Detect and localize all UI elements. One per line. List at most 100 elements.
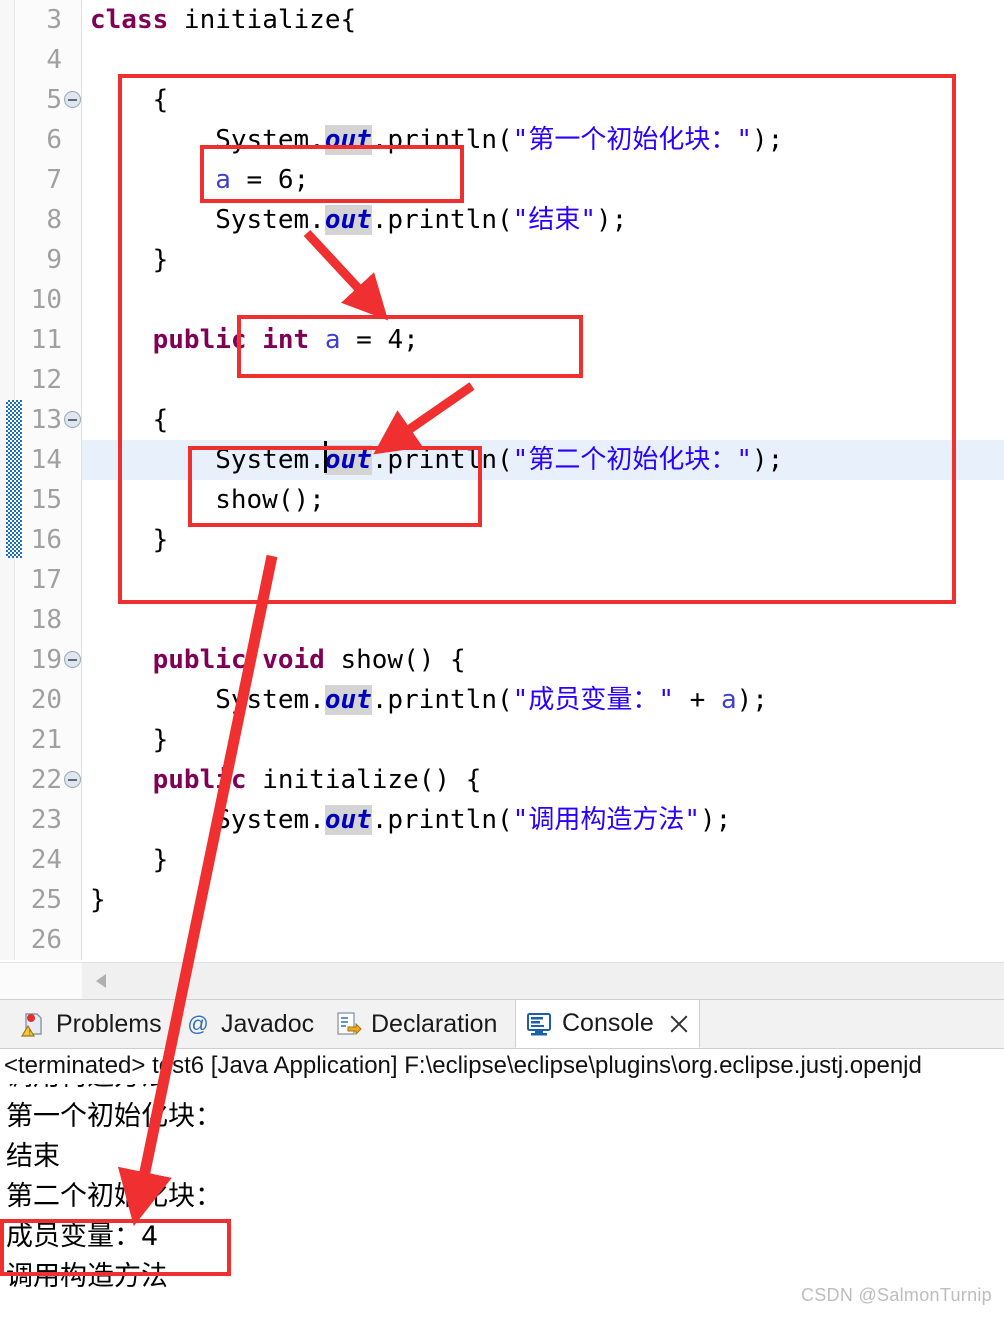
code-token: show() {: [324, 645, 466, 675]
code-lines[interactable]: 3 class initialize{ 4 5 {6 System.out.print…: [0, 0, 1004, 960]
code-line[interactable]: 8 System.out.println("结束");: [0, 200, 1004, 240]
line-number: 14: [30, 445, 62, 475]
code-line[interactable]: 11 public int a = 4;: [0, 320, 1004, 360]
code-token: "第一个初始化块：: [512, 125, 737, 155]
code-token: {: [90, 405, 169, 435]
editor-horizontal-scrollbar[interactable]: [82, 962, 1004, 999]
code-line[interactable]: 10: [0, 280, 1004, 320]
code-line[interactable]: 23 System.out.println("调用构造方法");: [0, 800, 1004, 840]
line-number: 12: [30, 365, 62, 395]
fold-collapse-icon[interactable]: [64, 771, 81, 788]
console-launch-configuration-label: <terminated> test6 [Java Application] F:…: [0, 1049, 1004, 1083]
tab-label: Javadoc: [221, 1009, 315, 1038]
tab-console[interactable]: Console: [515, 1000, 700, 1048]
code-line[interactable]: 3 class initialize{: [0, 0, 1004, 40]
code-text[interactable]: public int a = 4;: [90, 320, 419, 360]
code-token: a: [215, 165, 231, 195]
problems-icon: !: [19, 1010, 47, 1038]
code-line[interactable]: 15 show();: [0, 480, 1004, 520]
fold-collapse-icon[interactable]: [64, 411, 81, 428]
code-text[interactable]: }: [90, 880, 106, 920]
code-token: = 6;: [230, 165, 310, 195]
code-token: System.: [90, 685, 325, 715]
code-text[interactable]: }: [90, 840, 169, 880]
code-line[interactable]: 13 {: [0, 400, 1004, 440]
code-token: System.: [90, 445, 325, 475]
tab-problems[interactable]: ! Problems: [10, 1000, 171, 1048]
code-token: "第二个初始化块：": [512, 445, 752, 475]
code-token: ": [736, 125, 752, 155]
code-line[interactable]: 22 public initialize() {: [0, 760, 1004, 800]
code-token: }: [90, 245, 169, 275]
code-line[interactable]: 20 System.out.println("成员变量：" + a);: [0, 680, 1004, 720]
code-line[interactable]: 16 }: [0, 520, 1004, 560]
bottom-view-panel[interactable]: ! Problems @ Javadoc Declaration Console <ter…: [0, 999, 1004, 1325]
code-text[interactable]: {: [90, 80, 169, 120]
code-line[interactable]: 6 System.out.println("第一个初始化块：");: [0, 120, 1004, 160]
code-line[interactable]: 14 System.out.println("第二个初始化块：");: [0, 440, 1004, 480]
code-line[interactable]: 4: [0, 40, 1004, 80]
code-text[interactable]: show();: [90, 480, 325, 520]
code-line[interactable]: 26: [0, 920, 1004, 960]
console-output-line: 结束: [6, 1141, 60, 1172]
code-text[interactable]: }: [90, 240, 169, 280]
code-line[interactable]: 18: [0, 600, 1004, 640]
code-text[interactable]: }: [90, 720, 169, 760]
code-line[interactable]: 21 }: [0, 720, 1004, 760]
code-text[interactable]: public initialize() {: [90, 760, 482, 800]
code-line[interactable]: 17: [0, 560, 1004, 600]
code-token: public: [152, 765, 247, 795]
code-token: }: [90, 845, 169, 875]
fold-collapse-icon[interactable]: [64, 651, 81, 668]
console-output-line: 成员变量：4: [6, 1221, 159, 1252]
code-token: );: [751, 445, 784, 475]
code-text[interactable]: System.out.println("结束");: [90, 200, 627, 240]
code-text[interactable]: System.out.println("调用构造方法");: [90, 800, 731, 840]
code-text[interactable]: a = 6;: [90, 160, 309, 200]
code-line[interactable]: 9 }: [0, 240, 1004, 280]
scroll-left-arrow-icon[interactable]: [96, 974, 106, 988]
code-token: out: [324, 685, 372, 715]
code-token: System.: [90, 805, 325, 835]
fold-collapse-icon[interactable]: [64, 91, 81, 108]
tab-declaration[interactable]: Declaration: [325, 1000, 506, 1048]
code-token: .println(: [371, 805, 513, 835]
code-text[interactable]: System.out.println("第二个初始化块：");: [90, 440, 783, 480]
code-text[interactable]: System.out.println("成员变量：" + a);: [90, 680, 768, 720]
line-number: 24: [30, 845, 62, 875]
code-line[interactable]: 24 }: [0, 840, 1004, 880]
code-text[interactable]: }: [90, 520, 169, 560]
code-token: );: [736, 685, 768, 715]
code-token: a: [720, 685, 737, 715]
tab-javadoc[interactable]: @ Javadoc: [175, 1000, 323, 1048]
code-line[interactable]: 5 {: [0, 80, 1004, 120]
line-number: 13: [30, 405, 62, 435]
line-number: 11: [30, 325, 62, 355]
view-tab-bar[interactable]: ! Problems @ Javadoc Declaration Console: [0, 1000, 1004, 1049]
console-output-line: 第一个初始化块：: [6, 1101, 222, 1132]
code-text[interactable]: System.out.println("第一个初始化块：");: [90, 120, 783, 160]
line-number: 25: [30, 885, 62, 915]
declaration-icon: [334, 1010, 362, 1038]
code-line[interactable]: 25}: [0, 880, 1004, 920]
code-text[interactable]: {: [90, 400, 169, 440]
line-number: 19: [30, 645, 62, 675]
code-text[interactable]: public void show() {: [90, 640, 466, 680]
code-line[interactable]: 19 public void show() {: [0, 640, 1004, 680]
line-number: 4: [46, 45, 62, 75]
code-line[interactable]: 7 a = 6;: [0, 160, 1004, 200]
code-token: a: [324, 325, 341, 355]
code-token: "调用构造方法": [512, 805, 700, 835]
svg-text:!: !: [27, 1029, 32, 1038]
code-editor[interactable]: 3 class initialize{ 4 5 {6 System.out.print…: [0, 0, 1004, 960]
code-text[interactable]: class initialize{: [90, 0, 356, 40]
close-icon[interactable]: [668, 1013, 690, 1035]
line-number: 16: [30, 525, 62, 555]
code-token: show();: [90, 485, 325, 515]
code-line[interactable]: 12: [0, 360, 1004, 400]
line-number: 3: [46, 5, 62, 35]
code-token: }: [90, 725, 169, 755]
line-number: 5: [46, 85, 62, 115]
